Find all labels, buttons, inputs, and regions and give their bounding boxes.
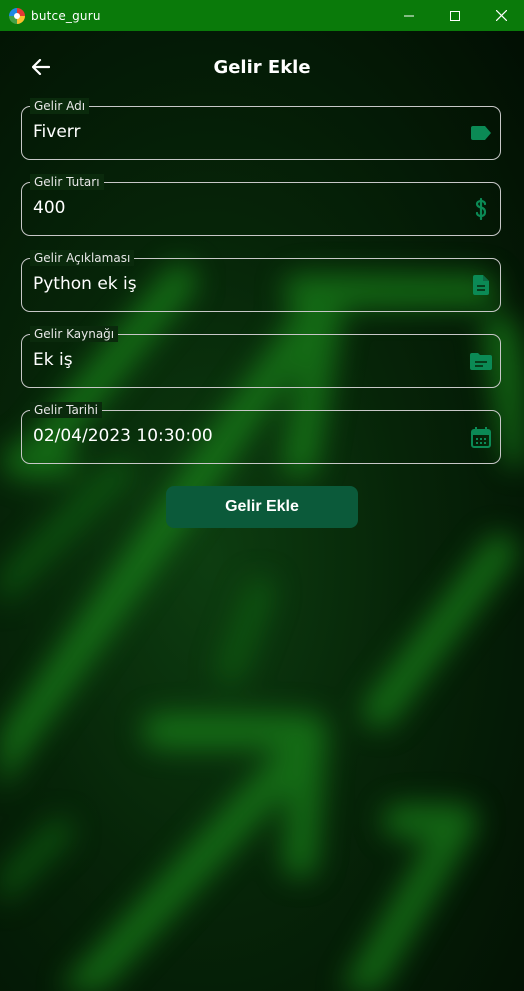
- income-amount-field[interactable]: Gelir Tutarı 400: [21, 174, 501, 236]
- income-amount-label: Gelir Tutarı: [30, 174, 104, 190]
- add-income-button[interactable]: Gelir Ekle: [166, 486, 358, 528]
- title-bar: butce_guru: [0, 0, 524, 31]
- income-source-label: Gelir Kaynağı: [30, 326, 119, 342]
- income-description-field[interactable]: Gelir Açıklaması Python ek iş: [21, 250, 501, 312]
- maximize-button[interactable]: [432, 0, 478, 31]
- income-name-label: Gelir Adı: [30, 98, 90, 114]
- income-description-value: Python ek iş: [33, 274, 137, 294]
- calendar-icon: [470, 426, 492, 448]
- income-name-value: Fiverr: [33, 122, 81, 142]
- income-source-field[interactable]: Gelir Kaynağı Ek iş: [21, 326, 501, 388]
- maximize-icon: [450, 10, 460, 21]
- page-header: Gelir Ekle: [0, 31, 524, 103]
- dollar-icon: [470, 198, 492, 220]
- app-logo-icon: [9, 7, 25, 24]
- label-icon: [470, 122, 492, 144]
- income-date-value: 02/04/2023 10:30:00: [33, 426, 213, 446]
- page-title: Gelir Ekle: [213, 57, 311, 78]
- close-icon: [495, 10, 507, 21]
- minimize-icon: [404, 15, 414, 16]
- income-date-field[interactable]: Gelir Tarihi 02/04/2023 10:30:00: [21, 402, 501, 464]
- document-icon: [470, 274, 492, 296]
- folder-icon: [470, 350, 492, 372]
- app-window: butce_guru Gelir Ekle Gelir Adı Fiverr G…: [0, 0, 524, 991]
- income-name-field[interactable]: Gelir Adı Fiverr: [21, 98, 501, 160]
- income-source-value: Ek iş: [33, 350, 73, 370]
- income-description-label: Gelir Açıklaması: [30, 250, 135, 266]
- close-button[interactable]: [478, 0, 524, 31]
- window-title: butce_guru: [31, 8, 101, 23]
- minimize-button[interactable]: [386, 0, 432, 31]
- income-date-label: Gelir Tarihi: [30, 402, 103, 418]
- income-amount-value: 400: [33, 198, 66, 218]
